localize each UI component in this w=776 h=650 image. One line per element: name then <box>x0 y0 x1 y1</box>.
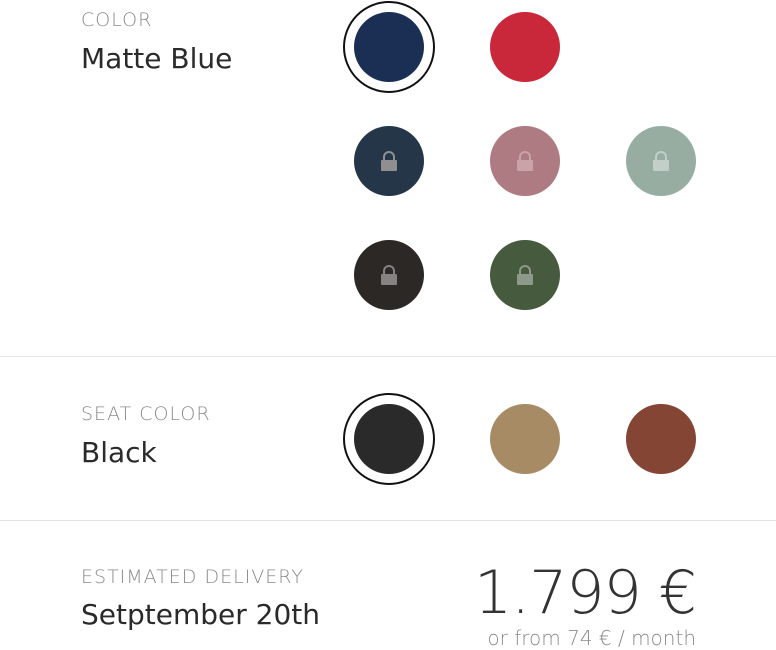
lock-icon <box>381 265 397 285</box>
lock-icon <box>381 151 397 171</box>
lock-icon <box>517 151 533 171</box>
color-label: COLOR <box>81 9 153 31</box>
seat-swatch-black[interactable] <box>343 393 435 485</box>
seat-color-label: SEAT COLOR <box>81 403 211 425</box>
lock-icon <box>653 151 669 171</box>
seat-color-value: Black <box>81 436 157 469</box>
color-swatch-forest-green[interactable] <box>490 240 560 310</box>
color-swatch-charcoal-brown[interactable] <box>354 240 424 310</box>
color-swatch-dusty-rose[interactable] <box>490 126 560 196</box>
color-swatch-red[interactable] <box>490 12 560 82</box>
color-swatch-sage[interactable] <box>626 126 696 196</box>
color-swatch-matte-blue[interactable] <box>343 1 435 93</box>
seat-swatch-cognac[interactable] <box>626 404 696 474</box>
delivery-label: ESTIMATED DELIVERY <box>81 566 304 588</box>
price-monthly: or from 74 € / month <box>487 626 696 650</box>
section-divider <box>0 356 776 357</box>
color-value: Matte Blue <box>81 42 233 75</box>
delivery-value: Setptember 20th <box>81 598 320 631</box>
lock-icon <box>517 265 533 285</box>
color-swatch-dark-slate[interactable] <box>354 126 424 196</box>
seat-swatch-tan[interactable] <box>490 404 560 474</box>
price: 1.799 € <box>473 558 697 628</box>
section-divider <box>0 520 776 521</box>
